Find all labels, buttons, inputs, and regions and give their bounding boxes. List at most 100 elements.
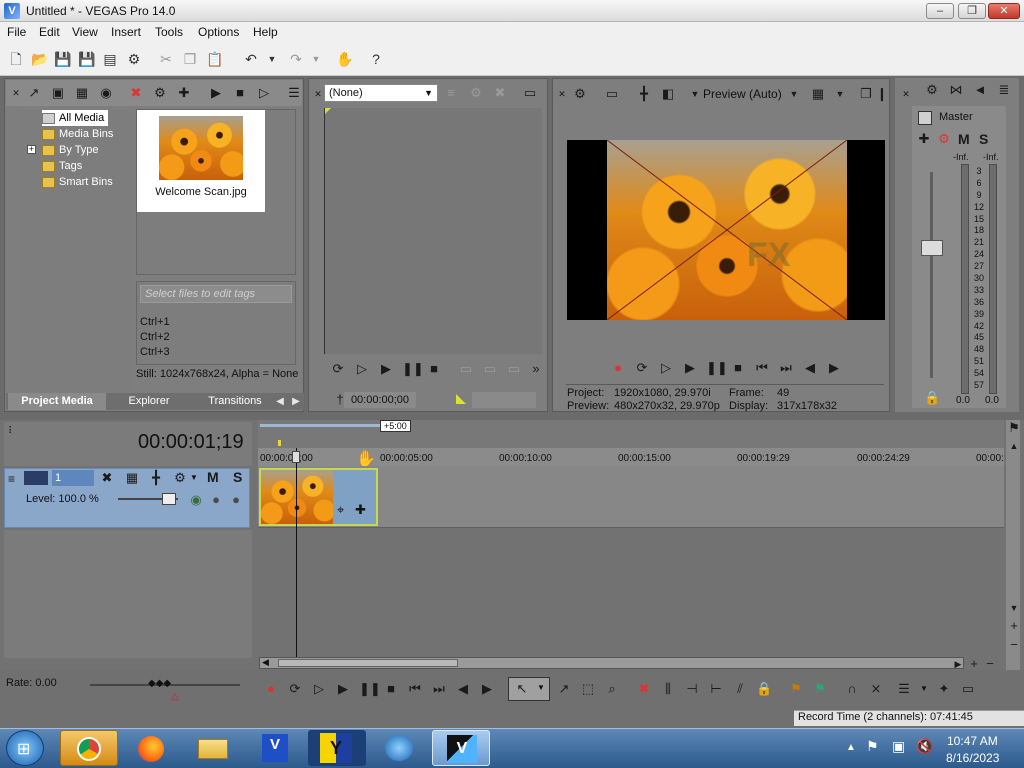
menu-help[interactable]: Help: [253, 25, 278, 39]
expand-by-type-icon[interactable]: +: [27, 145, 36, 154]
start-button[interactable]: ⊞: [6, 730, 44, 766]
tab-explorer[interactable]: Explorer: [112, 393, 186, 410]
panel-close-icon[interactable]: ✕: [8, 85, 24, 101]
tag-input[interactable]: Select files to edit tags: [140, 285, 292, 303]
import-media-icon[interactable]: ↗: [26, 85, 42, 101]
edit-tool-selector[interactable]: ↖ ▼: [508, 677, 550, 701]
vegas-pro-taskbar-button[interactable]: V: [432, 730, 490, 766]
stop-media-icon[interactable]: ■: [232, 85, 248, 101]
horizontal-scrollbar[interactable]: ◀: [259, 657, 964, 669]
mixer-close-icon[interactable]: ✕: [898, 86, 914, 102]
chevron-down-icon[interactable]: ▼: [190, 473, 198, 482]
tree-item-media-bins[interactable]: Media Bins: [42, 126, 113, 142]
trimmer-media-dropdown[interactable]: (None) ▼: [324, 84, 438, 102]
menu-file[interactable]: File: [7, 25, 26, 39]
track-level-handle[interactable]: [162, 493, 176, 505]
split-screen-icon[interactable]: ╋: [636, 86, 652, 102]
auto-ripple-icon[interactable]: ☰: [896, 681, 912, 697]
media-fx-icon[interactable]: ✚: [176, 85, 192, 101]
mixer-downmix-icon[interactable]: ⋈: [948, 82, 964, 98]
vegas-dvd-taskbar-button[interactable]: Y: [308, 730, 366, 766]
stop-icon[interactable]: ■: [383, 681, 399, 697]
preview-close-icon[interactable]: ✕: [554, 86, 570, 102]
timeline-cursor[interactable]: [296, 448, 297, 658]
event-pan-crop-icon[interactable]: ⌖: [337, 502, 344, 518]
master-fx-icon[interactable]: ✚: [916, 131, 932, 147]
trimmer-clear-icon[interactable]: ✖: [492, 85, 508, 101]
go-to-end-icon[interactable]: ⏭: [431, 681, 447, 697]
go-to-start-icon[interactable]: ⏮: [754, 360, 770, 376]
trim-end-icon[interactable]: ⊢: [708, 681, 724, 697]
volume-muted-icon[interactable]: 🔇: [916, 738, 933, 755]
zoom-in-track-icon[interactable]: +: [1006, 618, 1022, 634]
trim-icon[interactable]: ⫼: [660, 681, 676, 697]
redo-dropdown-icon[interactable]: ▼: [308, 51, 324, 67]
auto-crossfade-icon[interactable]: ⨯: [868, 681, 884, 697]
track-gear-icon[interactable]: ⚙: [172, 470, 188, 486]
pause-icon[interactable]: ❚❚: [706, 360, 728, 376]
menu-insert[interactable]: Insert: [111, 25, 141, 39]
render-icon[interactable]: ▤: [102, 51, 118, 67]
insert-region-icon[interactable]: ⚑: [812, 681, 828, 697]
add-to-timeline-icon[interactable]: ▭: [458, 361, 474, 377]
undo-icon[interactable]: ↶: [243, 51, 259, 67]
loop-playback-icon[interactable]: ⟳: [634, 360, 650, 376]
trimmer-options-icon[interactable]: ⚙: [468, 85, 484, 101]
auto-preview-icon[interactable]: ▷: [256, 85, 272, 101]
chevron-down-icon[interactable]: ▼: [687, 86, 703, 102]
clock-date[interactable]: 8/16/2023: [946, 751, 999, 765]
tab-transitions[interactable]: Transitions: [196, 393, 274, 410]
play-from-start-icon[interactable]: ▷: [658, 360, 674, 376]
copy-snapshot-icon[interactable]: ❐: [858, 86, 874, 102]
abc-spellcheck-icon[interactable]: ≡: [443, 85, 459, 101]
go-to-end-icon[interactable]: ⏭: [778, 360, 794, 376]
record-icon[interactable]: ●: [263, 681, 279, 697]
media-player-taskbar-button[interactable]: [370, 730, 428, 766]
copy-icon[interactable]: ❐: [182, 51, 198, 67]
network-icon[interactable]: ▣: [892, 738, 905, 755]
action-center-flag-icon[interactable]: ⚑: [866, 738, 879, 755]
new-icon[interactable]: 🗋: [8, 51, 24, 67]
properties-gear-icon[interactable]: ⚙: [126, 51, 142, 67]
tree-item-smart-bins[interactable]: Smart Bins: [42, 174, 113, 190]
trimmer-display-icon[interactable]: ▭: [522, 85, 538, 101]
playhead-handle[interactable]: [292, 451, 300, 463]
capture-video-icon[interactable]: ▣: [50, 85, 66, 101]
trimmer-stop-icon[interactable]: ■: [426, 361, 442, 377]
next-frame-icon[interactable]: ▶: [826, 360, 842, 376]
external-monitor-icon[interactable]: ▭: [604, 86, 620, 102]
track-compositing-icon[interactable]: ╋: [148, 470, 164, 486]
cut-icon[interactable]: ✂: [158, 51, 174, 67]
mixer-fader-icon[interactable]: ≣: [996, 82, 1012, 98]
trimmer-play-icon[interactable]: ▶: [378, 361, 394, 377]
get-media-icon[interactable]: ▦: [74, 85, 90, 101]
more-icon[interactable]: »: [528, 361, 544, 377]
track-solo-button[interactable]: S: [233, 469, 242, 485]
stop-icon[interactable]: ■: [730, 360, 746, 376]
scroll-left-icon[interactable]: ◀: [262, 657, 269, 668]
vegas-suite-taskbar-button[interactable]: V: [246, 730, 304, 766]
clock-time[interactable]: 10:47 AM: [947, 734, 998, 748]
master-fx-gear-icon[interactable]: ⚙: [936, 131, 952, 147]
explorer-taskbar-button[interactable]: [184, 730, 242, 766]
trimmer-pause-icon[interactable]: ❚❚: [402, 361, 424, 377]
scroll-down-icon[interactable]: ▼: [1006, 600, 1022, 616]
firefox-taskbar-button[interactable]: [122, 730, 180, 766]
video-clip[interactable]: ⌖ ✚: [259, 468, 378, 526]
overlays-grid-icon[interactable]: ▦: [810, 86, 826, 102]
play-from-start-icon[interactable]: ▷: [311, 681, 327, 697]
tab-project-media[interactable]: Project Media: [8, 393, 106, 410]
composite-mode-icon[interactable]: ◉: [188, 492, 204, 508]
lock-envelopes-icon[interactable]: ✦: [936, 681, 952, 697]
mixer-dim-icon[interactable]: ◄: [972, 82, 988, 98]
play-media-icon[interactable]: ▶: [208, 85, 224, 101]
minimize-button[interactable]: –: [926, 3, 954, 19]
media-properties-icon[interactable]: ⚙: [152, 85, 168, 101]
mixer-properties-icon[interactable]: ⚙: [924, 82, 940, 98]
track-fx-icon[interactable]: ▦: [124, 470, 140, 486]
next-frame-icon[interactable]: ▶: [479, 681, 495, 697]
record-icon[interactable]: ●: [610, 360, 626, 376]
redo-icon[interactable]: ↷: [288, 51, 304, 67]
tree-item-tags[interactable]: Tags: [42, 158, 82, 174]
rate-slider-handle-icon[interactable]: ◆◆◆: [148, 678, 171, 689]
